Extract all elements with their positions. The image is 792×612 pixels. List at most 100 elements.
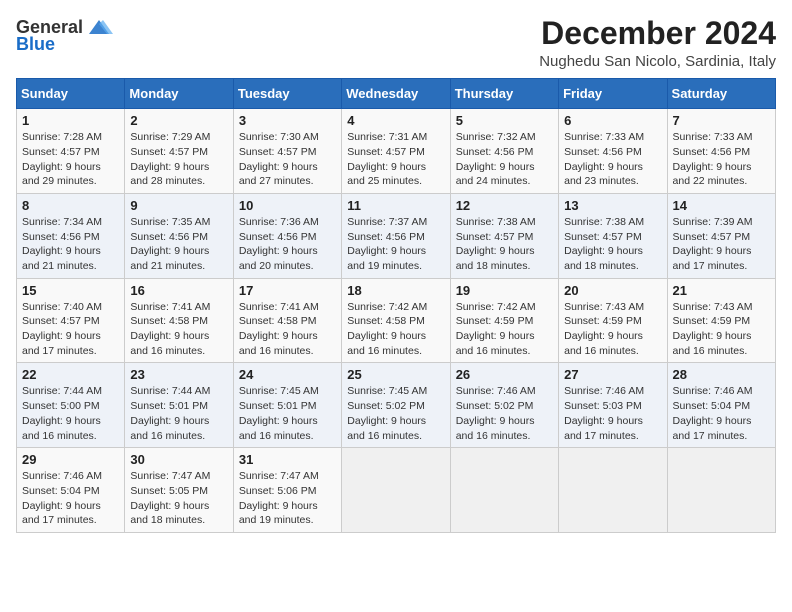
sunrise: Sunrise: 7:35 AM [130, 216, 210, 228]
day-info: Sunrise: 7:46 AM Sunset: 5:04 PM Dayligh… [673, 384, 770, 443]
sunset: Sunset: 4:58 PM [239, 315, 317, 327]
day-number: 29 [22, 452, 119, 467]
weekday-header: Saturday [667, 79, 775, 109]
daylight: Daylight: 9 hours and 24 minutes. [456, 161, 535, 188]
sunrise: Sunrise: 7:29 AM [130, 131, 210, 143]
calendar-cell: 8 Sunrise: 7:34 AM Sunset: 4:56 PM Dayli… [17, 193, 125, 278]
day-number: 28 [673, 367, 770, 382]
logo: General Blue [16, 16, 113, 55]
calendar-week-row: 8 Sunrise: 7:34 AM Sunset: 4:56 PM Dayli… [17, 193, 776, 278]
day-number: 16 [130, 283, 227, 298]
day-number: 27 [564, 367, 661, 382]
sunset: Sunset: 4:56 PM [130, 231, 208, 243]
day-number: 11 [347, 198, 444, 213]
calendar-cell: 26 Sunrise: 7:46 AM Sunset: 5:02 PM Dayl… [450, 363, 558, 448]
day-number: 18 [347, 283, 444, 298]
day-info: Sunrise: 7:31 AM Sunset: 4:57 PM Dayligh… [347, 130, 444, 189]
sunset: Sunset: 4:57 PM [456, 231, 534, 243]
day-info: Sunrise: 7:47 AM Sunset: 5:06 PM Dayligh… [239, 469, 336, 528]
day-info: Sunrise: 7:40 AM Sunset: 4:57 PM Dayligh… [22, 300, 119, 359]
calendar-cell: 22 Sunrise: 7:44 AM Sunset: 5:00 PM Dayl… [17, 363, 125, 448]
calendar-cell: 27 Sunrise: 7:46 AM Sunset: 5:03 PM Dayl… [559, 363, 667, 448]
calendar-cell: 15 Sunrise: 7:40 AM Sunset: 4:57 PM Dayl… [17, 278, 125, 363]
calendar-week-row: 22 Sunrise: 7:44 AM Sunset: 5:00 PM Dayl… [17, 363, 776, 448]
calendar-cell: 9 Sunrise: 7:35 AM Sunset: 4:56 PM Dayli… [125, 193, 233, 278]
day-number: 2 [130, 113, 227, 128]
sunrise: Sunrise: 7:38 AM [456, 216, 536, 228]
calendar-week-row: 15 Sunrise: 7:40 AM Sunset: 4:57 PM Dayl… [17, 278, 776, 363]
calendar-cell: 29 Sunrise: 7:46 AM Sunset: 5:04 PM Dayl… [17, 448, 125, 533]
sunset: Sunset: 4:58 PM [130, 315, 208, 327]
sunset: Sunset: 5:02 PM [456, 400, 534, 412]
sunset: Sunset: 4:58 PM [347, 315, 425, 327]
day-number: 13 [564, 198, 661, 213]
day-info: Sunrise: 7:35 AM Sunset: 4:56 PM Dayligh… [130, 215, 227, 274]
daylight: Daylight: 9 hours and 16 minutes. [347, 330, 426, 357]
sunset: Sunset: 5:02 PM [347, 400, 425, 412]
daylight: Daylight: 9 hours and 17 minutes. [673, 415, 752, 442]
day-number: 14 [673, 198, 770, 213]
sunrise: Sunrise: 7:32 AM [456, 131, 536, 143]
calendar-cell: 21 Sunrise: 7:43 AM Sunset: 4:59 PM Dayl… [667, 278, 775, 363]
daylight: Daylight: 9 hours and 17 minutes. [22, 330, 101, 357]
sunset: Sunset: 4:56 PM [456, 146, 534, 158]
day-info: Sunrise: 7:33 AM Sunset: 4:56 PM Dayligh… [564, 130, 661, 189]
day-number: 25 [347, 367, 444, 382]
daylight: Daylight: 9 hours and 16 minutes. [347, 415, 426, 442]
calendar-cell: 23 Sunrise: 7:44 AM Sunset: 5:01 PM Dayl… [125, 363, 233, 448]
sunset: Sunset: 4:56 PM [673, 146, 751, 158]
page-title: December 2024 [539, 16, 776, 51]
day-number: 20 [564, 283, 661, 298]
day-number: 24 [239, 367, 336, 382]
sunset: Sunset: 4:57 PM [673, 231, 751, 243]
calendar-cell: 13 Sunrise: 7:38 AM Sunset: 4:57 PM Dayl… [559, 193, 667, 278]
daylight: Daylight: 9 hours and 25 minutes. [347, 161, 426, 188]
day-info: Sunrise: 7:29 AM Sunset: 4:57 PM Dayligh… [130, 130, 227, 189]
daylight: Daylight: 9 hours and 16 minutes. [456, 330, 535, 357]
calendar-cell [450, 448, 558, 533]
day-info: Sunrise: 7:34 AM Sunset: 4:56 PM Dayligh… [22, 215, 119, 274]
day-info: Sunrise: 7:36 AM Sunset: 4:56 PM Dayligh… [239, 215, 336, 274]
weekday-header: Friday [559, 79, 667, 109]
day-info: Sunrise: 7:44 AM Sunset: 5:01 PM Dayligh… [130, 384, 227, 443]
day-info: Sunrise: 7:46 AM Sunset: 5:04 PM Dayligh… [22, 469, 119, 528]
daylight: Daylight: 9 hours and 16 minutes. [456, 415, 535, 442]
calendar-week-row: 29 Sunrise: 7:46 AM Sunset: 5:04 PM Dayl… [17, 448, 776, 533]
day-info: Sunrise: 7:41 AM Sunset: 4:58 PM Dayligh… [130, 300, 227, 359]
sunrise: Sunrise: 7:46 AM [564, 385, 644, 397]
sunset: Sunset: 5:01 PM [130, 400, 208, 412]
daylight: Daylight: 9 hours and 16 minutes. [239, 415, 318, 442]
sunset: Sunset: 4:59 PM [673, 315, 751, 327]
day-number: 31 [239, 452, 336, 467]
sunset: Sunset: 4:57 PM [239, 146, 317, 158]
sunset: Sunset: 5:01 PM [239, 400, 317, 412]
calendar-cell: 31 Sunrise: 7:47 AM Sunset: 5:06 PM Dayl… [233, 448, 341, 533]
daylight: Daylight: 9 hours and 22 minutes. [673, 161, 752, 188]
sunrise: Sunrise: 7:36 AM [239, 216, 319, 228]
day-info: Sunrise: 7:46 AM Sunset: 5:02 PM Dayligh… [456, 384, 553, 443]
calendar-cell: 18 Sunrise: 7:42 AM Sunset: 4:58 PM Dayl… [342, 278, 450, 363]
daylight: Daylight: 9 hours and 17 minutes. [564, 415, 643, 442]
title-area: December 2024 Nughedu San Nicolo, Sardin… [539, 16, 776, 70]
day-info: Sunrise: 7:28 AM Sunset: 4:57 PM Dayligh… [22, 130, 119, 189]
day-number: 19 [456, 283, 553, 298]
sunrise: Sunrise: 7:41 AM [239, 301, 319, 313]
sunset: Sunset: 4:59 PM [456, 315, 534, 327]
day-info: Sunrise: 7:30 AM Sunset: 4:57 PM Dayligh… [239, 130, 336, 189]
weekday-header-row: SundayMondayTuesdayWednesdayThursdayFrid… [17, 79, 776, 109]
day-number: 6 [564, 113, 661, 128]
day-number: 22 [22, 367, 119, 382]
calendar-cell [667, 448, 775, 533]
sunset: Sunset: 5:00 PM [22, 400, 100, 412]
sunrise: Sunrise: 7:46 AM [673, 385, 753, 397]
sunrise: Sunrise: 7:44 AM [22, 385, 102, 397]
daylight: Daylight: 9 hours and 19 minutes. [239, 500, 318, 527]
logo-icon [85, 16, 113, 38]
sunrise: Sunrise: 7:43 AM [564, 301, 644, 313]
daylight: Daylight: 9 hours and 29 minutes. [22, 161, 101, 188]
day-number: 26 [456, 367, 553, 382]
sunrise: Sunrise: 7:40 AM [22, 301, 102, 313]
sunset: Sunset: 5:04 PM [22, 485, 100, 497]
calendar-cell: 1 Sunrise: 7:28 AM Sunset: 4:57 PM Dayli… [17, 109, 125, 194]
calendar-cell: 3 Sunrise: 7:30 AM Sunset: 4:57 PM Dayli… [233, 109, 341, 194]
